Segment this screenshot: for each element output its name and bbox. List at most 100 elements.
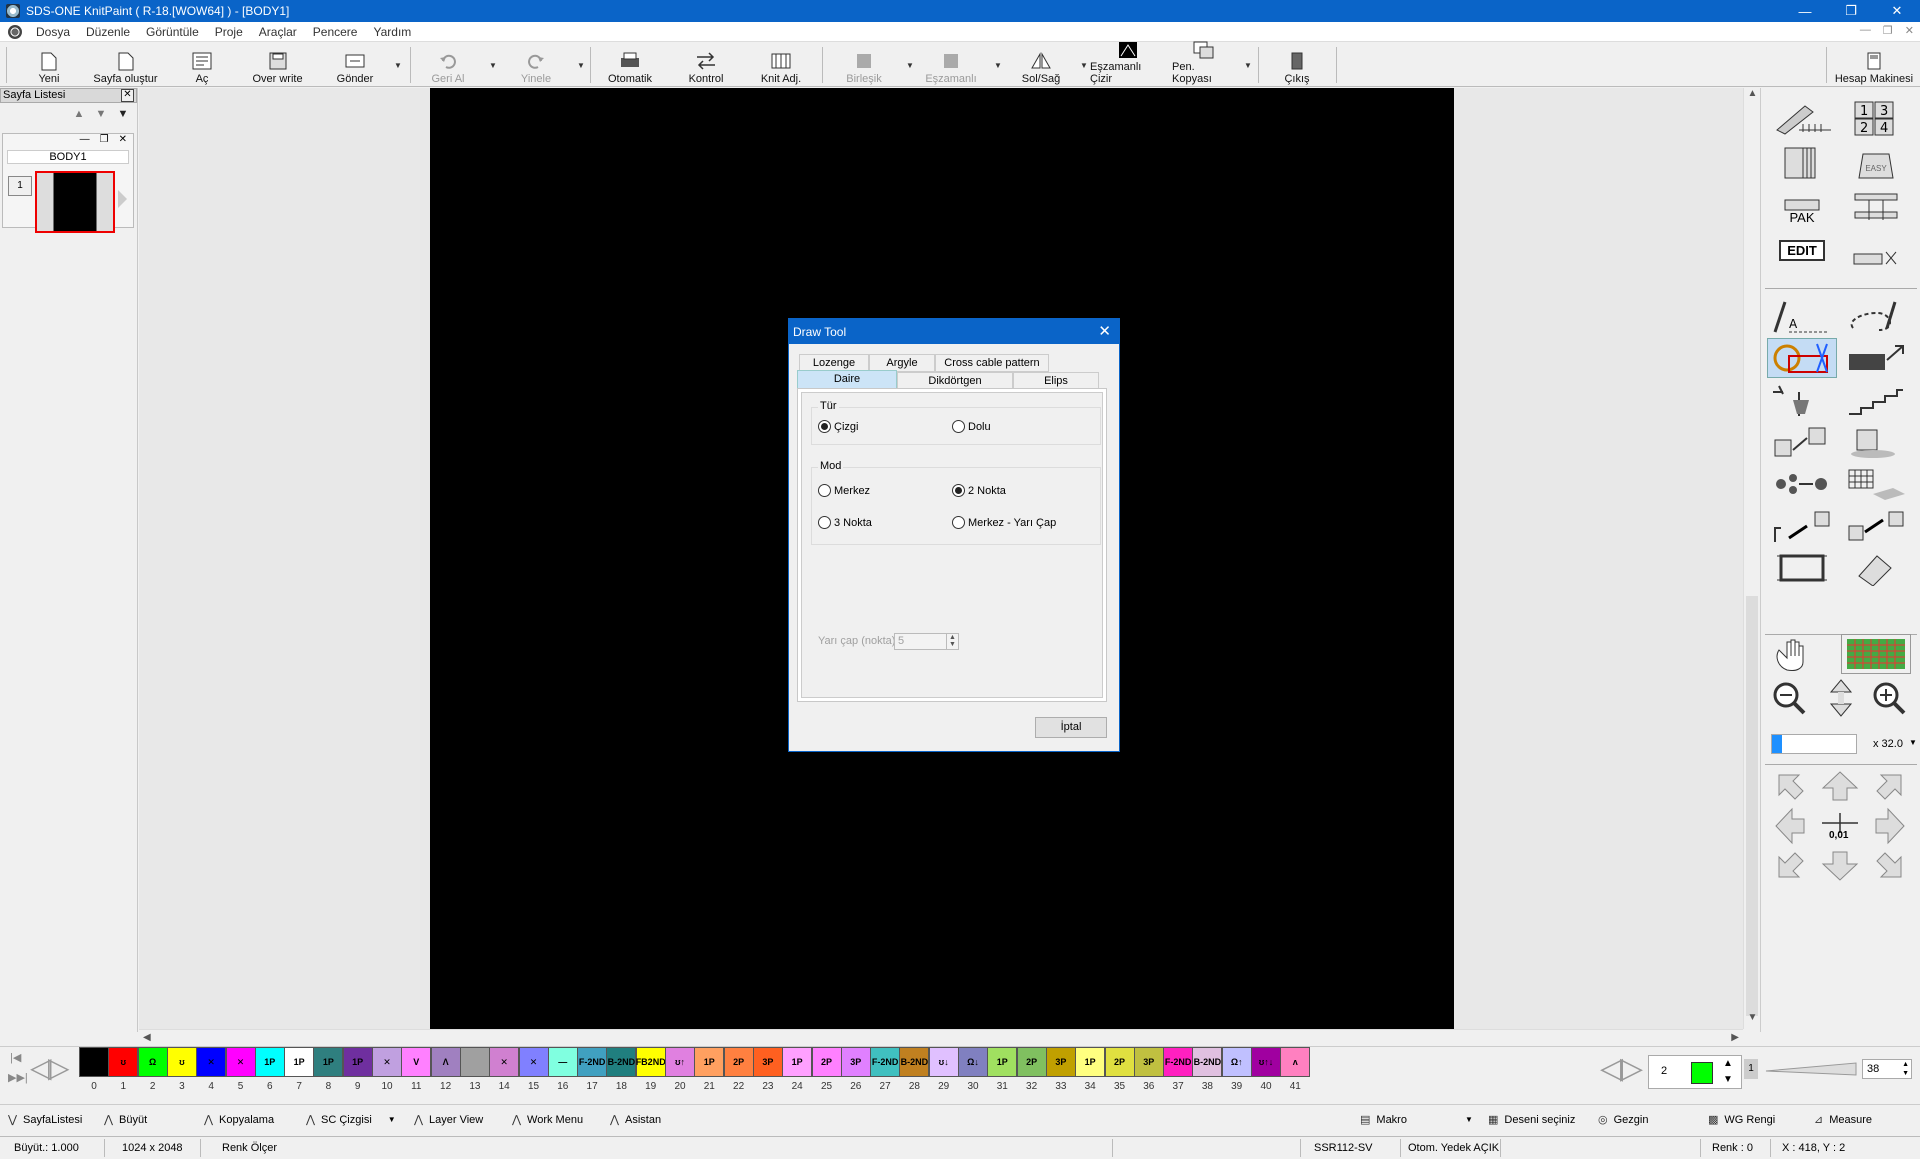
page-thumbnail[interactable] bbox=[35, 171, 115, 233]
kontrol-button[interactable]: Kontrol bbox=[686, 45, 726, 85]
birlesik-button[interactable]: Birleşik bbox=[842, 45, 886, 85]
menu-duzenle[interactable]: Düzenle bbox=[78, 25, 138, 39]
arrow-right-icon[interactable] bbox=[1865, 806, 1915, 846]
solsag-button[interactable]: Sol/Sağ bbox=[1020, 45, 1062, 85]
color-swatch-32[interactable]: 2P 32 bbox=[1016, 1047, 1047, 1099]
level-input[interactable]: 38 ▲ ▼ bbox=[1862, 1059, 1912, 1079]
layer-view-button[interactable]: ⋀ Layer View bbox=[414, 1113, 483, 1127]
color-down-icon[interactable]: ▼ bbox=[1723, 1074, 1733, 1085]
color-swatch-31[interactable]: 1P 31 bbox=[987, 1047, 1018, 1099]
color-swatch-38[interactable]: B-2ND 38 bbox=[1192, 1047, 1223, 1099]
page-close-icon[interactable]: ✕ bbox=[119, 134, 127, 148]
wg-rengi-button[interactable]: ▩ WG Rengi bbox=[1708, 1113, 1775, 1127]
color-swatch-16[interactable]: — 16 bbox=[547, 1047, 578, 1099]
current-color-box[interactable]: 2 ▲ ▼ bbox=[1648, 1055, 1742, 1089]
page-restore-icon[interactable]: ❐ bbox=[100, 134, 109, 148]
zoom-slider[interactable] bbox=[1771, 734, 1857, 754]
color-swatch-2[interactable]: Ω2 bbox=[137, 1047, 168, 1099]
sayfalistesi-button[interactable]: ⋁ SayfaListesi bbox=[8, 1113, 82, 1127]
level-slider[interactable] bbox=[1764, 1061, 1858, 1077]
arrow-up-right-icon[interactable] bbox=[1865, 766, 1915, 806]
pen-kopyasi-dropdown-icon[interactable]: ▼ bbox=[1244, 61, 1252, 70]
menu-goruntule[interactable]: Görüntüle bbox=[138, 25, 207, 39]
color-swatch-1[interactable]: ʊ1 bbox=[108, 1047, 139, 1099]
pan-vertical-icon[interactable] bbox=[1817, 678, 1865, 718]
undo-dropdown-icon[interactable]: ▼ bbox=[489, 61, 497, 70]
mdi-minimize-button[interactable]: — bbox=[1860, 24, 1871, 37]
select-pattern-tool[interactable] bbox=[1841, 230, 1911, 270]
buyut-button[interactable]: ⋀ Büyüt bbox=[104, 1113, 147, 1127]
ac-button[interactable]: Aç bbox=[190, 45, 214, 85]
scroll-down-icon[interactable]: ▼ bbox=[1744, 1012, 1761, 1029]
kopyalama-button[interactable]: ⋀ Kopyalama bbox=[204, 1113, 274, 1127]
page-item-body1[interactable]: — ❐ ✕ BODY1 1 bbox=[2, 133, 134, 233]
last-page-icon[interactable]: ▶▶| bbox=[8, 1071, 28, 1084]
makro-dropdown-icon[interactable]: ▼ bbox=[1465, 1115, 1473, 1124]
arrow-left-icon[interactable] bbox=[1765, 806, 1815, 846]
vertical-scrollbar[interactable]: ▲ ▼ bbox=[1743, 88, 1760, 1029]
redo-dropdown-icon[interactable]: ▼ bbox=[577, 61, 585, 70]
edit-tool[interactable]: EDIT bbox=[1767, 230, 1837, 270]
color-swatch-5[interactable]: ✕ 5 bbox=[225, 1047, 256, 1099]
scroll-right-icon[interactable]: ▶ bbox=[1731, 1032, 1739, 1043]
color-swatch-30[interactable]: Ω↓ 30 bbox=[958, 1047, 988, 1099]
copy-move-tool[interactable] bbox=[1767, 422, 1837, 462]
color-swatch-37[interactable]: F-2ND 37 bbox=[1163, 1047, 1194, 1099]
minimize-button[interactable]: — bbox=[1782, 0, 1828, 22]
gonder-dropdown-icon[interactable]: ▼ bbox=[394, 61, 402, 70]
stairs-tool[interactable] bbox=[1841, 380, 1911, 420]
iki-nokta-radio[interactable]: 2 Nokta bbox=[952, 484, 1006, 497]
page-minimize-icon[interactable]: — bbox=[80, 134, 90, 148]
palette-scroll-right-icon[interactable]: ▷ bbox=[1620, 1051, 1643, 1086]
menu-proje[interactable]: Proje bbox=[207, 25, 251, 39]
work-menu-button[interactable]: ⋀ Work Menu bbox=[512, 1113, 583, 1127]
nudge-center-icon[interactable]: 0,01 bbox=[1815, 806, 1865, 846]
color-swatch-6[interactable]: 1P 6 bbox=[254, 1047, 285, 1099]
color-up-icon[interactable]: ▲ bbox=[1723, 1058, 1733, 1069]
yinele-button[interactable]: Yinele bbox=[518, 45, 554, 85]
merkez-radio[interactable]: Merkez bbox=[818, 484, 870, 497]
yeni-button[interactable]: Yeni bbox=[34, 45, 64, 85]
color-swatch-18[interactable]: B-2ND 18 bbox=[606, 1047, 637, 1099]
uc-nokta-radio[interactable]: 3 Nokta bbox=[818, 516, 872, 529]
color-swatch-13[interactable]: 13 bbox=[459, 1047, 490, 1099]
expand-arrow-icon[interactable] bbox=[118, 190, 127, 208]
pen-tool[interactable] bbox=[1767, 98, 1837, 138]
overwrite-button[interactable]: Over write bbox=[250, 45, 305, 85]
dialog-close-icon[interactable]: ✕ bbox=[1098, 322, 1111, 340]
horizontal-scrollbar[interactable]: ◀ ▶ bbox=[139, 1029, 1743, 1046]
resize-tool[interactable] bbox=[1841, 338, 1911, 378]
freehand-tool[interactable] bbox=[1841, 296, 1911, 336]
color-swatch-41[interactable]: ʌ 41 bbox=[1280, 1047, 1311, 1099]
color-swatch-15[interactable]: ✕ 15 bbox=[518, 1047, 549, 1099]
cancel-button[interactable]: İptal bbox=[1035, 717, 1107, 738]
sc-cizgisi-button[interactable]: ⋀ SC Çizgisi ▼ bbox=[306, 1113, 396, 1127]
radius-spinner-icon[interactable]: ▲ ▼ bbox=[946, 634, 958, 649]
arrow-down-right-icon[interactable] bbox=[1865, 846, 1915, 886]
color-swatch-21[interactable]: 1P 21 bbox=[694, 1047, 725, 1099]
palette-next-icon[interactable]: ▷ bbox=[48, 1051, 70, 1084]
restore-button[interactable]: ❐ bbox=[1828, 0, 1874, 22]
eszamanli-cizir-button[interactable]: Eşzamanlı Çizir bbox=[1090, 42, 1166, 85]
color-swatch-4[interactable]: ✕ 4 bbox=[196, 1047, 227, 1099]
color-swatch-9[interactable]: 1P 9 bbox=[342, 1047, 373, 1099]
hand-tool[interactable] bbox=[1767, 634, 1837, 674]
otomatik-button[interactable]: Otomatik bbox=[604, 45, 656, 85]
menu-araclar[interactable]: Araçlar bbox=[251, 25, 305, 39]
draw-shape-tool[interactable] bbox=[1767, 338, 1837, 378]
solsag-dropdown-icon[interactable]: ▼ bbox=[1080, 61, 1088, 70]
pattern-repeat-tool[interactable] bbox=[1767, 464, 1837, 504]
page-list-close-button[interactable]: ✕ bbox=[121, 89, 134, 102]
first-page-icon[interactable]: |◀ bbox=[10, 1051, 21, 1064]
fill-tool[interactable] bbox=[1767, 380, 1837, 420]
color-swatch-28[interactable]: B-2ND 28 bbox=[899, 1047, 930, 1099]
menu-dosya[interactable]: Dosya bbox=[28, 25, 78, 39]
number-tool[interactable]: 1324 bbox=[1841, 98, 1911, 138]
merkez-yaricap-radio[interactable]: Merkez - Yarı Çap bbox=[952, 516, 1056, 529]
eszamanli-dropdown-icon[interactable]: ▼ bbox=[994, 61, 1002, 70]
asistan-button[interactable]: ⋀ Asistan bbox=[610, 1113, 661, 1127]
zoom-out-icon[interactable] bbox=[1765, 678, 1813, 718]
sayfa-olustur-button[interactable]: Sayfa oluştur bbox=[88, 45, 163, 85]
move-block-tool-2[interactable] bbox=[1841, 506, 1911, 546]
color-swatch-12[interactable]: Λ 12 bbox=[430, 1047, 461, 1099]
